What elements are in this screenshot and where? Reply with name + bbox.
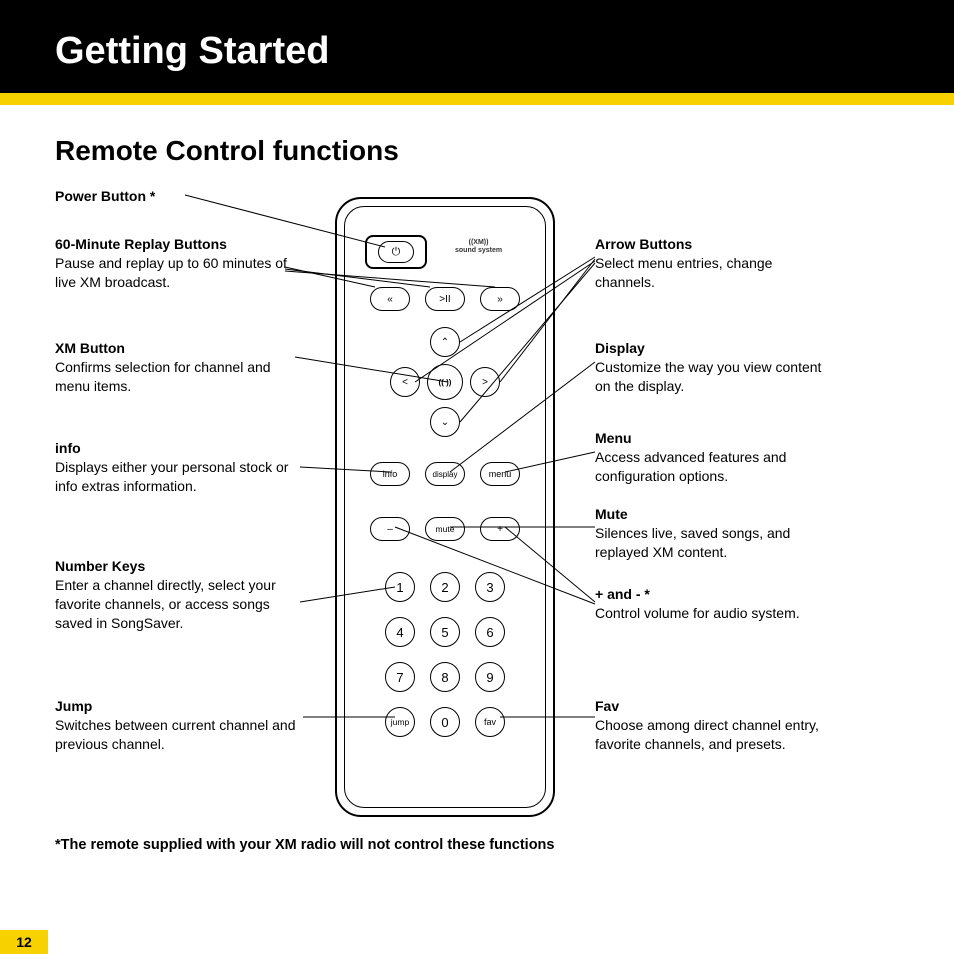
label-replay: 60-Minute Replay Buttons Pause and repla… <box>55 235 305 292</box>
label-menu: Menu Access advanced features and config… <box>595 429 835 486</box>
page-number: 12 <box>0 930 48 954</box>
num-0-button[interactable]: 0 <box>430 707 460 737</box>
rewind-button[interactable]: « <box>370 287 410 311</box>
brand-label: ((XM)) sound system <box>455 239 502 256</box>
power-button[interactable]: ⏻ <box>378 241 414 263</box>
diagram-area: Power Button * 60-Minute Replay Buttons … <box>55 187 899 827</box>
menu-button[interactable]: menu <box>480 462 520 486</box>
label-xm: XM Button Confirms selection for channel… <box>55 339 305 396</box>
num-8-button[interactable]: 8 <box>430 662 460 692</box>
arrow-left-button[interactable]: < <box>390 367 420 397</box>
remote-illustration: ⏻ ((XM)) sound system « >II » ⌃ < (( )) … <box>335 197 555 817</box>
jump-button[interactable]: jump <box>385 707 415 737</box>
mute-button[interactable]: mute <box>425 517 465 541</box>
label-plusminus: + and - * Control volume for audio syste… <box>595 585 835 623</box>
num-7-button[interactable]: 7 <box>385 662 415 692</box>
num-4-button[interactable]: 4 <box>385 617 415 647</box>
arrow-right-button[interactable]: > <box>470 367 500 397</box>
num-5-button[interactable]: 5 <box>430 617 460 647</box>
display-button[interactable]: display <box>425 462 465 486</box>
section-title: Remote Control functions <box>55 135 899 167</box>
xm-center-button[interactable]: (( )) <box>427 364 463 400</box>
fav-button[interactable]: fav <box>475 707 505 737</box>
num-3-button[interactable]: 3 <box>475 572 505 602</box>
arrow-up-button[interactable]: ⌃ <box>430 327 460 357</box>
label-numbers: Number Keys Enter a channel directly, se… <box>55 557 305 633</box>
play-pause-button[interactable]: >II <box>425 287 465 311</box>
yellow-divider <box>0 93 954 105</box>
num-2-button[interactable]: 2 <box>430 572 460 602</box>
num-9-button[interactable]: 9 <box>475 662 505 692</box>
num-6-button[interactable]: 6 <box>475 617 505 647</box>
num-1-button[interactable]: 1 <box>385 572 415 602</box>
label-info: info Displays either your personal stock… <box>55 439 305 496</box>
label-power: Power Button * <box>55 187 305 206</box>
page-header: Getting Started <box>0 0 954 93</box>
info-button[interactable]: info <box>370 462 410 486</box>
forward-button[interactable]: » <box>480 287 520 311</box>
label-fav: Fav Choose among direct channel entry, f… <box>595 697 835 754</box>
label-jump: Jump Switches between current channel an… <box>55 697 305 754</box>
label-display: Display Customize the way you view conte… <box>595 339 835 396</box>
footnote: *The remote supplied with your XM radio … <box>55 837 899 853</box>
volume-down-button[interactable]: – <box>370 517 410 541</box>
content-area: Remote Control functions Power Button * … <box>0 105 954 873</box>
label-mute: Mute Silences live, saved songs, and rep… <box>595 505 835 562</box>
page-title: Getting Started <box>55 30 899 73</box>
power-icon: ⏻ <box>392 246 401 259</box>
power-button-frame: ⏻ <box>365 235 427 269</box>
label-arrows: Arrow Buttons Select menu entries, chang… <box>595 235 835 292</box>
volume-up-button[interactable]: + <box>480 517 520 541</box>
arrow-down-button[interactable]: ⌄ <box>430 407 460 437</box>
